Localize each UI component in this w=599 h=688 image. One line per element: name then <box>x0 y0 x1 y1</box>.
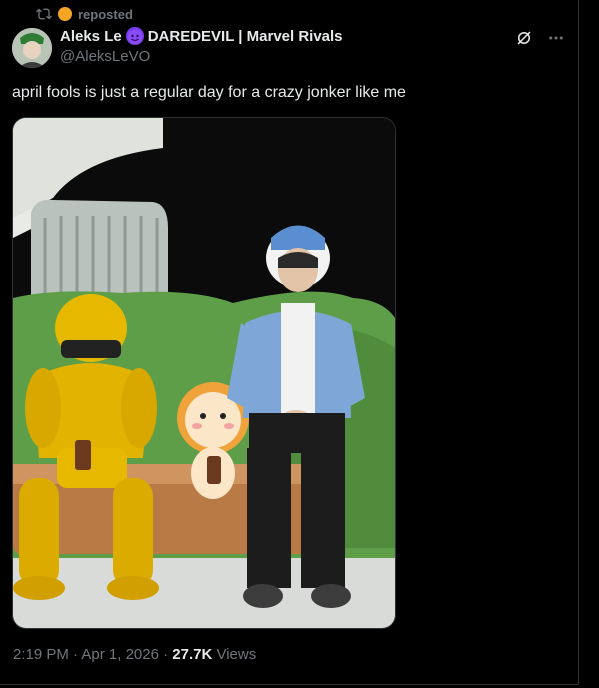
grok-icon[interactable] <box>515 29 533 47</box>
post-actions-top <box>515 29 565 47</box>
display-name[interactable]: Aleks Le <box>60 28 122 45</box>
views-count: 27.7K <box>172 646 213 663</box>
meta-separator: · <box>68 646 82 663</box>
repost-label: reposted <box>78 6 133 22</box>
post-media-photo[interactable] <box>12 117 396 629</box>
post-text: april fools is just a regular day for a … <box>12 84 406 101</box>
more-icon[interactable] <box>547 29 565 47</box>
avatar[interactable] <box>12 28 52 68</box>
author-handle[interactable]: @AleksLeVO <box>60 48 150 65</box>
views-label: Views <box>212 646 257 663</box>
meta-separator: · <box>158 646 173 663</box>
author-name[interactable]: Aleks Le DAREDEVIL | Marvel Rivals <box>60 27 343 45</box>
reposter-avatar[interactable] <box>58 7 72 21</box>
repost-indicator[interactable]: reposted <box>36 6 133 22</box>
repost-icon <box>36 8 52 20</box>
post-time[interactable]: 2:19 PM <box>13 646 69 663</box>
display-name-suffix[interactable]: DAREDEVIL | Marvel Rivals <box>148 28 343 45</box>
devil-emoji-icon <box>125 27 144 45</box>
post-meta: 2:19 PM · Apr 1, 2026 · 27.7K Views <box>13 646 256 663</box>
post-date[interactable]: Apr 1, 2026 <box>81 646 159 663</box>
